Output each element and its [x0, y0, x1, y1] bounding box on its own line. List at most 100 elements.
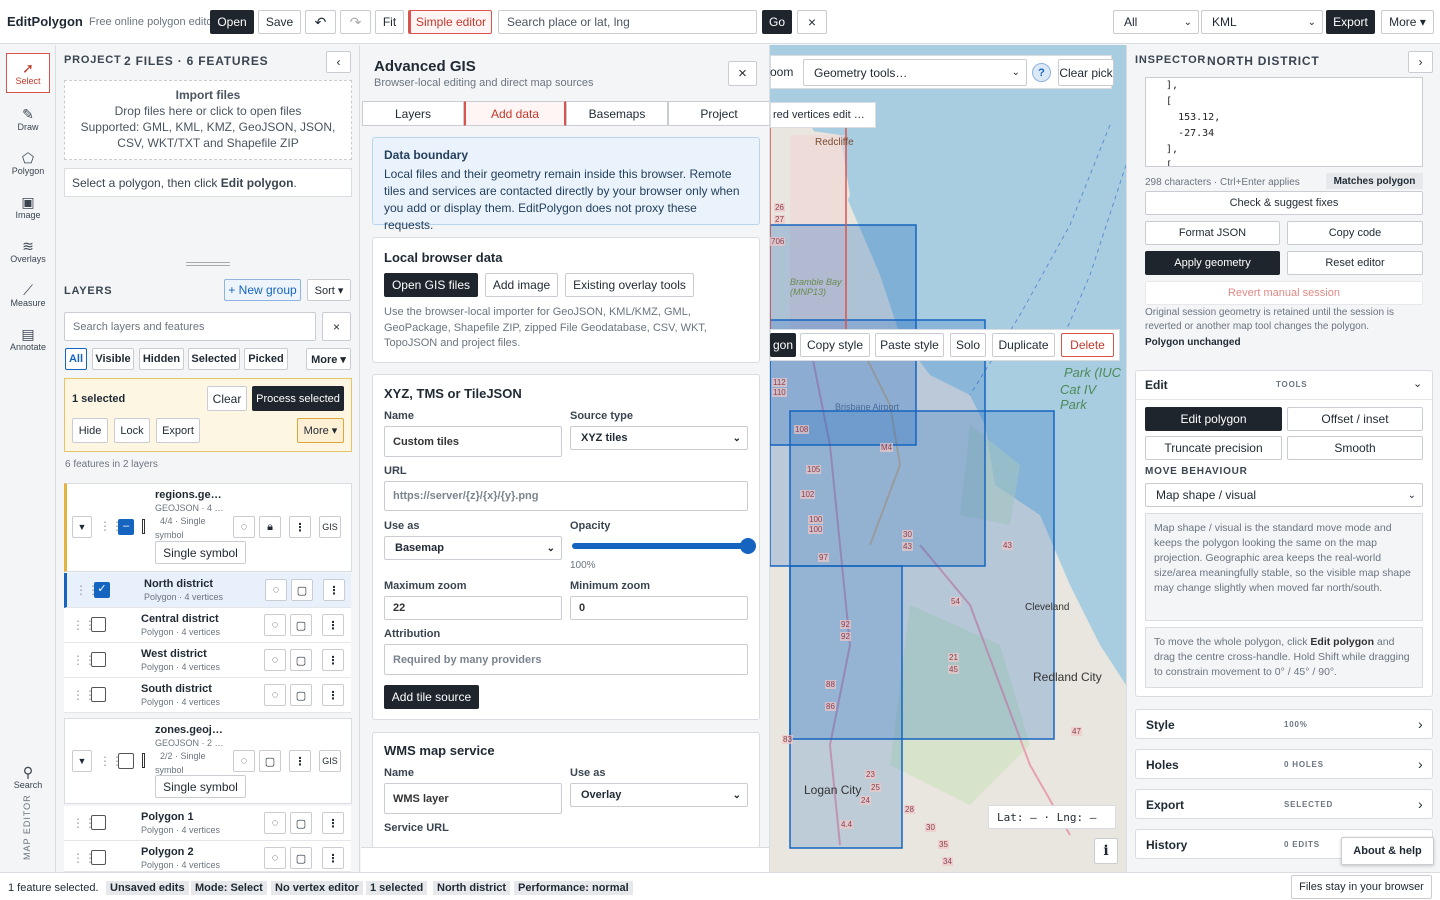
revert-session-button[interactable]: Revert manual session — [1145, 281, 1423, 305]
wms-use-as-select[interactable]: Overlay ⌄ — [570, 783, 748, 807]
format-json-button[interactable]: Format JSON — [1145, 221, 1280, 245]
process-selected-button[interactable]: Process selected — [252, 386, 344, 411]
group-menu-button[interactable]: ⋮ — [289, 516, 311, 538]
draw-tool[interactable]: ✎ Draw — [6, 99, 50, 139]
search-tool[interactable]: ⚲ Search — [6, 757, 50, 797]
copy-style-button[interactable]: Copy style — [800, 333, 870, 357]
feature-menu-button[interactable]: ⋮ — [322, 649, 344, 671]
feature-row-polygon-1[interactable]: ⋮⋮ Polygon 1 Polygon · 4 vertices ◌ ▢ ⋮ — [64, 806, 351, 841]
group-gis-button[interactable]: GIS — [319, 750, 341, 772]
use-as-select[interactable]: Basemap ⌄ — [384, 536, 562, 560]
attribution-input[interactable]: Required by many providers — [384, 644, 748, 675]
select-tool[interactable]: ➚ Select — [6, 53, 50, 93]
tile-url-input[interactable]: https://server/{z}/{x}/{y}.png — [384, 481, 748, 511]
tab-project[interactable]: Project — [668, 101, 769, 126]
edit-polygon-button[interactable]: Edit polygon — [1145, 407, 1282, 431]
new-group-button[interactable]: + New group — [224, 279, 301, 301]
import-dropzone[interactable]: Import files Drop files here or click to… — [64, 80, 352, 160]
zoom-label[interactable]: oom — [770, 65, 793, 79]
feature-menu-button[interactable]: ⋮ — [323, 579, 345, 601]
info-icon[interactable]: i — [1094, 838, 1118, 864]
symbol-button[interactable]: Single symbol — [155, 541, 246, 564]
section-export[interactable]: Export SELECTED › — [1135, 789, 1433, 819]
tab-basemaps[interactable]: Basemaps — [566, 101, 668, 126]
lock-icon[interactable]: ▢ — [291, 579, 313, 601]
max-zoom-input[interactable]: 22 — [384, 596, 562, 620]
delete-button[interactable]: Delete — [1061, 333, 1114, 357]
source-type-select[interactable]: XYZ tiles ⌄ — [570, 426, 748, 450]
annotate-tool[interactable]: ▤ Annotate — [6, 319, 50, 359]
edit-polygon-ctx-button[interactable]: gon — [770, 333, 796, 357]
eye-off-icon[interactable]: ◌ — [264, 649, 286, 671]
clear-search-button[interactable]: × — [797, 10, 827, 34]
collapse-panel-button[interactable]: ‹ — [326, 51, 351, 73]
open-button[interactable]: Open — [210, 10, 254, 34]
save-button[interactable]: Save — [258, 10, 301, 34]
lock-button[interactable]: Lock — [114, 418, 150, 443]
feature-checkbox[interactable] — [91, 850, 106, 865]
feature-menu-button[interactable]: ⋮ — [322, 812, 344, 834]
open-gis-files-button[interactable]: Open GIS files — [384, 273, 478, 297]
filter-more[interactable]: More ▾ — [306, 348, 351, 370]
files-local-button[interactable]: Files stay in your browser — [1291, 875, 1432, 899]
group-menu-button[interactable]: ⋮ — [289, 750, 311, 772]
undo-icon[interactable]: ↶ — [305, 10, 336, 34]
existing-overlay-tools-button[interactable]: Existing overlay tools — [565, 273, 694, 297]
feature-menu-button[interactable]: ⋮ — [322, 847, 344, 869]
eye-off-icon[interactable]: ◌ — [233, 516, 255, 538]
move-behaviour-select[interactable]: Map shape / visual ⌄ — [1145, 483, 1423, 507]
simple-editor-button[interactable]: Simple editor — [408, 10, 492, 34]
eye-off-icon[interactable]: ◌ — [233, 750, 255, 772]
expand-group-button[interactable]: ▼ — [72, 750, 92, 772]
collapse-inspector-button[interactable]: › — [1408, 51, 1433, 73]
lock-icon[interactable]: ▢ — [290, 812, 312, 834]
about-help-button[interactable]: About & help — [1341, 837, 1434, 865]
truncate-precision-button[interactable]: Truncate precision — [1145, 436, 1282, 460]
close-icon[interactable]: × — [728, 61, 757, 86]
expand-group-button[interactable]: ▼ — [72, 516, 92, 538]
feature-row-polygon-2[interactable]: ⋮⋮ Polygon 2 Polygon · 4 vertices ◌ ▢ ⋮ — [64, 841, 351, 872]
lock-icon[interactable]: ▢ — [290, 847, 312, 869]
feature-row-north-district[interactable]: ⋮⋮ ✓ North district Polygon · 4 vertices… — [64, 573, 351, 608]
feature-menu-button[interactable]: ⋮ — [322, 684, 344, 706]
filter-all[interactable]: All — [65, 348, 87, 370]
redo-icon[interactable]: ↷ — [340, 10, 371, 34]
add-image-button[interactable]: Add image — [485, 273, 558, 297]
group-checkbox[interactable] — [118, 753, 134, 769]
smooth-button[interactable]: Smooth — [1287, 436, 1423, 460]
export-selected-button[interactable]: Export — [156, 418, 200, 443]
fit-button[interactable]: Fit — [375, 10, 404, 34]
feature-checkbox[interactable] — [91, 815, 106, 830]
filter-selected[interactable]: Selected — [188, 348, 240, 370]
filter-select[interactable]: All ⌄ — [1113, 10, 1199, 34]
map-canvas[interactable]: Redcliffe Bramble Bay (MNP13) Brisbane A… — [770, 45, 1126, 872]
paste-style-button[interactable]: Paste style — [875, 333, 944, 357]
add-tile-source-button[interactable]: Add tile source — [384, 685, 479, 709]
clear-selection-button[interactable]: Clear — [207, 386, 247, 411]
opacity-slider[interactable] — [572, 538, 756, 554]
place-search-input[interactable]: Search place or lat, lng — [498, 10, 757, 34]
eye-off-icon[interactable]: ◌ — [265, 579, 287, 601]
min-zoom-input[interactable]: 0 — [570, 596, 748, 620]
format-select[interactable]: KML ⌄ — [1201, 10, 1323, 34]
chevron-down-icon[interactable]: ⌄ — [1413, 377, 1422, 390]
eye-off-icon[interactable]: ◌ — [264, 614, 286, 636]
help-icon[interactable]: ? — [1032, 63, 1051, 82]
feature-row-south-district[interactable]: ⋮⋮ South district Polygon · 4 vertices ◌… — [64, 678, 351, 713]
resize-handle[interactable] — [186, 262, 230, 266]
tab-layers[interactable]: Layers — [362, 101, 464, 126]
lock-icon[interactable]: ▢ — [290, 649, 312, 671]
group-checkbox[interactable]: – — [118, 519, 134, 535]
vertices-chip[interactable]: red vertices edit … — [770, 102, 876, 128]
eye-off-icon[interactable]: ◌ — [264, 847, 286, 869]
tile-name-input[interactable]: Custom tiles — [384, 426, 562, 457]
feature-row-central-district[interactable]: ⋮⋮ Central district Polygon · 4 vertices… — [64, 608, 351, 643]
more-actions-button[interactable]: More ▾ — [297, 418, 344, 443]
filter-hidden[interactable]: Hidden — [139, 348, 184, 370]
opacity-slider-handle[interactable] — [740, 538, 756, 554]
copy-code-button[interactable]: Copy code — [1287, 221, 1423, 245]
solo-button[interactable]: Solo — [950, 333, 986, 357]
feature-row-west-district[interactable]: ⋮⋮ West district Polygon · 4 vertices ◌ … — [64, 643, 351, 678]
more-menu-button[interactable]: More ▾ — [1381, 10, 1434, 34]
eye-off-icon[interactable]: ◌ — [264, 684, 286, 706]
